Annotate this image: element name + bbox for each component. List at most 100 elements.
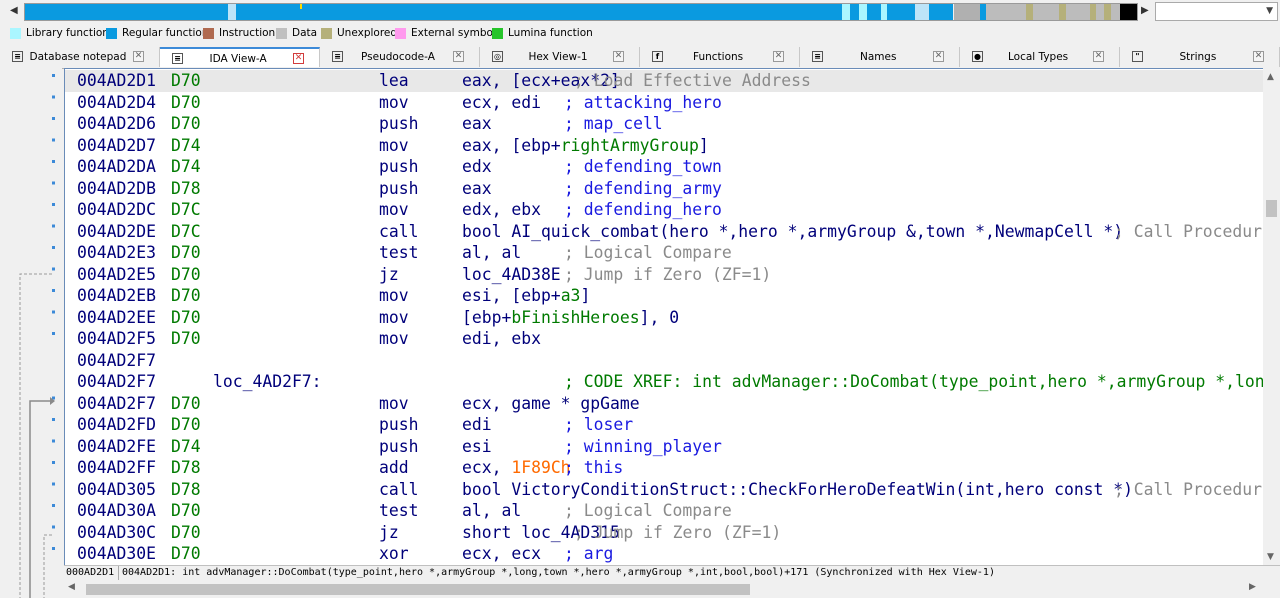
tab-database-notepad[interactable]: ≡ Database notepad ✕: [0, 47, 160, 67]
listing-line[interactable]: 004AD2EE D70 mov [ebp+bFinishHeroes], 0: [65, 307, 1263, 329]
legend-label: Instruction: [219, 27, 276, 39]
breakpoint-dot: [52, 224, 55, 228]
operand-text: eax, [ebp+: [462, 135, 561, 155]
code-label[interactable]: loc_4AD2F7:: [213, 371, 322, 393]
operands[interactable]: ecx, 1F89Ch: [462, 457, 571, 479]
tab-hex-view-1[interactable]: ◎ Hex View-1 ✕: [480, 47, 640, 67]
operands[interactable]: eax: [462, 178, 492, 200]
scroll-down-icon[interactable]: ▼: [1267, 552, 1274, 562]
close-icon[interactable]: ✕: [1253, 51, 1264, 62]
operands[interactable]: ecx, ecx: [462, 543, 541, 565]
close-icon[interactable]: ✕: [933, 51, 944, 62]
listing-line[interactable]: 004AD2DE D7C call bool AI_quick_combat(hero…: [65, 221, 1263, 243]
operands[interactable]: ecx, game * gpGame: [462, 393, 640, 415]
horizontal-scroll-thumb[interactable]: [86, 584, 750, 595]
navigation-band[interactable]: [24, 3, 1138, 21]
pseudocode-icon: ≡: [332, 51, 343, 62]
horizontal-scrollbar[interactable]: ◀ ▶: [64, 580, 1263, 598]
comment: ; Load Effective Address: [574, 71, 811, 90]
tab-strings[interactable]: " Strings ✕: [1120, 47, 1280, 67]
operands[interactable]: esi: [462, 436, 492, 458]
close-icon[interactable]: ✕: [453, 51, 464, 62]
comment: ; Jump if Zero (ZF=1): [564, 264, 772, 284]
tab-ida-view-a[interactable]: ≡ IDA View-A ✕: [160, 47, 320, 67]
scroll-left-icon[interactable]: ◀: [68, 582, 75, 592]
operands[interactable]: edx, ebx: [462, 199, 541, 221]
listing-line[interactable]: 004AD2FE D74 push esi ; winning_player: [65, 436, 1263, 458]
jump-arrow-line: [19, 273, 52, 598]
listing-line[interactable]: 004AD2D4 D70 mov ecx, edi ; attacking_hero: [65, 92, 1263, 114]
operand-text: bool AI_quick_combat(hero *,hero *,armyG…: [462, 221, 1124, 241]
close-icon[interactable]: ✕: [133, 51, 144, 62]
tab-functions[interactable]: f Functions ✕: [640, 47, 800, 67]
operand-text: al, al: [462, 501, 522, 520]
operands[interactable]: edi: [462, 414, 492, 436]
tab-names[interactable]: ≡ Names ✕: [800, 47, 960, 67]
operands[interactable]: al, al: [462, 242, 521, 264]
close-icon[interactable]: ✕: [293, 53, 304, 64]
operands[interactable]: [ebp+bFinishHeroes], 0: [462, 307, 679, 329]
operands[interactable]: edi, ebx: [462, 328, 541, 350]
scroll-up-icon[interactable]: ▲: [1267, 72, 1274, 82]
address: 004AD2DE: [77, 221, 156, 241]
chevron-down-icon[interactable]: ▼: [1266, 6, 1273, 16]
vertical-scroll-thumb[interactable]: [1266, 200, 1277, 217]
operands[interactable]: loc_4AD38E: [462, 264, 561, 286]
vertical-scrollbar[interactable]: ▲ ▼: [1263, 68, 1280, 565]
breakpoint-dot: [52, 439, 55, 443]
close-icon[interactable]: ✕: [613, 51, 624, 62]
mnemonic: lea: [379, 71, 409, 90]
listing-line[interactable]: 004AD2E5 D70 jz loc_4AD38E; Jump if Zero (Z…: [65, 264, 1263, 286]
operands[interactable]: bool AI_quick_combat(hero *,hero *,armyG…: [462, 221, 1123, 243]
listing-line[interactable]: 004AD2D1 D70 lea eax, [ecx+eax*2]; Load Eff…: [65, 70, 1263, 92]
mnemonic: push: [379, 178, 419, 198]
listing-line[interactable]: 004AD2FF D78 add ecx, 1F89Ch; this: [65, 457, 1263, 479]
listing-line[interactable]: 004AD2F5 D70 mov edi, ebx: [65, 328, 1263, 350]
listing-line[interactable]: 004AD2FD D70 push edi ; loser: [65, 414, 1263, 436]
operands[interactable]: bool VictoryConditionStruct::CheckForHer…: [462, 479, 1133, 501]
listing-line[interactable]: 004AD2D6 D70 push eax ; map_cell: [65, 113, 1263, 135]
address: 004AD30A: [77, 501, 156, 520]
listing-line[interactable]: 004AD30A D70 test al, al ; Logical Compare: [65, 500, 1263, 522]
disassembly-listing[interactable]: 004AD2D1 D70 lea eax, [ecx+eax*2]; Load Eff…: [64, 68, 1263, 565]
nav-scroll-left-icon[interactable]: ◀: [10, 4, 20, 18]
listing-line[interactable]: 004AD2DC D7C mov edx, ebx ; defending_hero: [65, 199, 1263, 221]
strings-icon: ": [1132, 51, 1143, 62]
tab-local-types[interactable]: ● Local Types ✕: [960, 47, 1120, 67]
operand-text: [ebp+: [462, 307, 512, 327]
listing-line[interactable]: 004AD2F7 D70 mov ecx, game * gpGame: [65, 393, 1263, 415]
operands[interactable]: ecx, edi: [462, 92, 541, 114]
close-icon[interactable]: ✕: [1093, 51, 1104, 62]
breakpoint-dot: [52, 547, 55, 550]
listing-line[interactable]: 004AD2EB D70 mov esi, [ebp+a3]: [65, 285, 1263, 307]
nav-segment-combo[interactable]: ▼: [1155, 2, 1278, 21]
listing-line[interactable]: 004AD2F7: [65, 350, 1263, 372]
listing-line[interactable]: 004AD2DA D74 push edx ; defending_town: [65, 156, 1263, 178]
listing-line[interactable]: 004AD2E3 D70 test al, al ; Logical Compare: [65, 242, 1263, 264]
listing-line[interactable]: 004AD2F7 loc_4AD2F7: ; CODE XREF: int advM…: [65, 371, 1263, 393]
operands[interactable]: eax, [ebp+rightArmyGroup]: [462, 135, 709, 157]
close-icon[interactable]: ✕: [773, 51, 784, 62]
tab-label: Strings: [1179, 51, 1217, 63]
mnemonic: jz: [379, 522, 399, 542]
nav-segment: [1032, 4, 1059, 20]
operands[interactable]: al, al: [462, 500, 521, 522]
breakpoint-dot: [52, 289, 55, 292]
nav-position-indicator: [300, 4, 302, 9]
stack-pointer: D70: [171, 71, 201, 90]
comment: ; attacking_hero: [564, 92, 722, 112]
operands[interactable]: eax: [462, 113, 492, 135]
operands[interactable]: esi, [ebp+a3]: [462, 285, 590, 307]
status-divider: [118, 566, 119, 580]
listing-line[interactable]: 004AD30C D70 jz short loc_4AD315; Jump if Z…: [65, 522, 1263, 544]
listing-line[interactable]: 004AD2DB D78 push eax ; defending_army: [65, 178, 1263, 200]
tab-pseudocode-a[interactable]: ≡ Pseudocode-A ✕: [320, 47, 480, 67]
nav-scroll-right-icon[interactable]: ▶: [1141, 4, 1151, 18]
listing-line[interactable]: 004AD30E D70 xor ecx, ecx ; arg: [65, 543, 1263, 565]
listing-line[interactable]: 004AD2D7 D74 mov eax, [ebp+rightArmyGroup]: [65, 135, 1263, 157]
nav-segment: [954, 4, 980, 20]
scroll-right-icon[interactable]: ▶: [1249, 582, 1256, 592]
address: 004AD305: [77, 479, 156, 499]
listing-line[interactable]: 004AD305 D78 call bool VictoryConditionStru…: [65, 479, 1263, 501]
operands[interactable]: edx: [462, 156, 492, 178]
